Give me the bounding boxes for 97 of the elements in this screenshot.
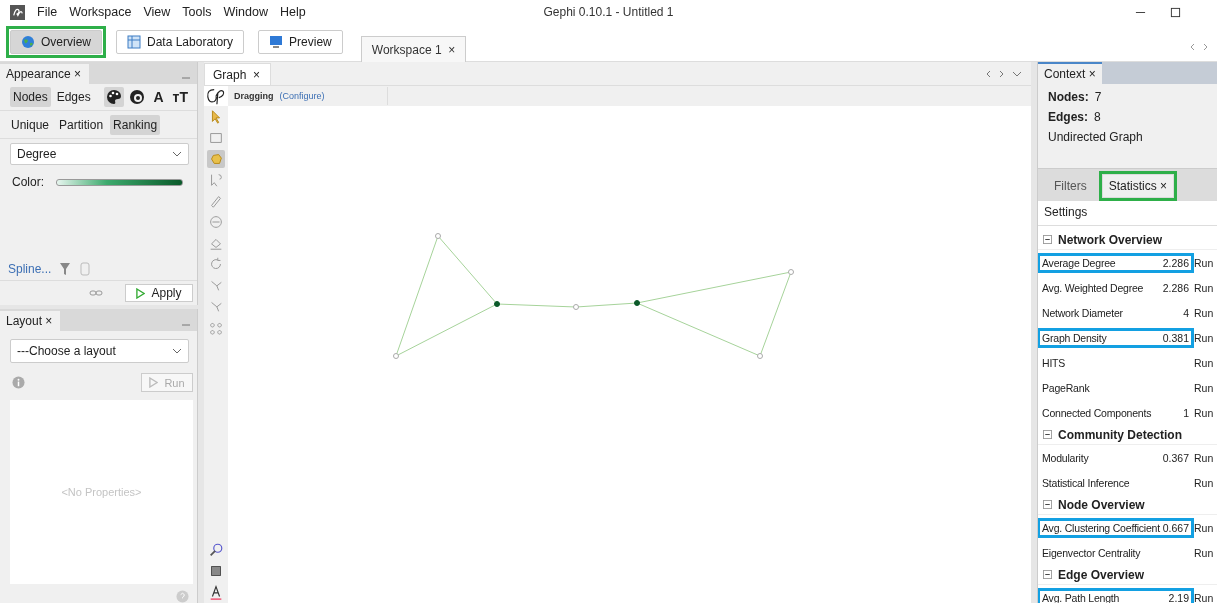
run-link[interactable]: Run	[1194, 521, 1214, 534]
nodes-label: Nodes:	[1048, 90, 1089, 104]
tool-name: Dragging	[234, 91, 274, 101]
collapse-icon[interactable]	[1043, 235, 1052, 244]
panel-tab[interactable]: Filters	[1048, 175, 1093, 197]
collapse-icon[interactable]	[1043, 500, 1052, 509]
run-link[interactable]: Run	[1194, 306, 1214, 319]
run-link[interactable]: Run	[1194, 406, 1214, 419]
run-link[interactable]: Run	[1194, 381, 1214, 394]
globe-icon	[21, 35, 35, 49]
statistic-value: 0.667	[1162, 521, 1189, 534]
app-logo-icon	[10, 4, 25, 20]
color-label: Color:	[12, 175, 44, 189]
element-tab[interactable]: Nodes	[10, 87, 51, 107]
apply-button[interactable]: Apply	[125, 284, 193, 302]
section-title: Network Overview	[1058, 232, 1163, 247]
chain-icon[interactable]	[89, 289, 103, 297]
properties-area: <No Properties>	[10, 400, 193, 584]
method-tab[interactable]: Ranking	[110, 115, 161, 135]
workspace-tab[interactable]: Workspace 1 ×	[360, 36, 467, 62]
run-link[interactable]: Run	[1194, 356, 1214, 369]
color-ramp[interactable]	[56, 178, 183, 186]
help-icon[interactable]	[176, 590, 189, 603]
chevron-down-icon	[172, 151, 182, 157]
table-icon	[127, 35, 141, 49]
label-tab[interactable]: тT	[169, 89, 191, 105]
statistic-name: Avg. Clustering Coefficient	[1042, 521, 1160, 534]
graph-type: Undirected Graph	[1048, 130, 1143, 144]
graph-tab[interactable]: Graph ×	[204, 63, 272, 85]
run-link[interactable]: Run	[1194, 331, 1214, 344]
statistic-value: 2.19	[1168, 591, 1189, 603]
run-link[interactable]: Run	[1194, 256, 1214, 269]
run-link[interactable]: Run	[1194, 451, 1214, 464]
statistic-name: Avg. Weighted Degree	[1042, 281, 1144, 294]
statistic-value: 0.381	[1162, 331, 1189, 344]
mode-button[interactable]: Data Laboratory	[116, 30, 245, 54]
statistic-value: 2.286	[1162, 281, 1189, 294]
statistic-name: HITS	[1042, 356, 1066, 369]
edges-label: Edges:	[1048, 110, 1088, 124]
window-title: Gephi 0.10.1 - Untitled 1	[543, 5, 674, 19]
section-title: Node Overview	[1058, 497, 1145, 512]
statistic-name: Avg. Path Length	[1042, 591, 1120, 603]
statistic-name: Connected Components	[1042, 406, 1152, 419]
maximize-icon[interactable]	[1170, 6, 1181, 18]
settings-link[interactable]: Settings	[1044, 205, 1088, 219]
zoom-icon[interactable]	[207, 541, 225, 559]
statistic-name: Modularity	[1042, 451, 1089, 464]
nodes-count: 7	[1094, 90, 1102, 104]
play-icon	[149, 377, 159, 388]
label-tab[interactable]: A	[150, 89, 167, 105]
configure-link[interactable]: (Configure)	[279, 91, 325, 101]
collapse-icon[interactable]	[1043, 430, 1052, 439]
menu-item[interactable]: Workspace	[69, 5, 132, 19]
monitor-icon	[269, 35, 284, 49]
run-link[interactable]: Run	[1194, 281, 1214, 294]
statistic-name: Graph Density	[1042, 331, 1107, 344]
funnel-icon[interactable]	[59, 262, 72, 276]
spline-link[interactable]: Spline...	[8, 262, 52, 276]
statistic-name: Network Diameter	[1042, 306, 1123, 319]
play-icon	[136, 287, 146, 299]
attribute-dropdown[interactable]: Degree	[10, 143, 189, 165]
menu-item[interactable]: Tools	[182, 5, 212, 19]
element-tab[interactable]: Edges	[53, 87, 94, 107]
statistic-name: Average Degree	[1042, 256, 1116, 269]
panel-tab[interactable]: Layout ×	[0, 311, 61, 331]
method-tab[interactable]: Unique	[8, 115, 53, 135]
section-title: Edge Overview	[1058, 567, 1145, 582]
collapse-icon[interactable]	[1043, 570, 1052, 579]
context-tab[interactable]: Context ×	[1038, 62, 1102, 84]
edges-count: 8	[1094, 110, 1101, 124]
menu-item[interactable]: Help	[280, 5, 306, 19]
network-graph-drawing[interactable]	[393, 233, 794, 359]
statistic-name: Eigenvector Centrality	[1042, 546, 1141, 559]
mode-button[interactable]: Preview	[258, 30, 343, 54]
run-link[interactable]: Run	[1194, 591, 1214, 603]
panel-tab[interactable]: Appearance ×	[0, 64, 90, 84]
section-title: Community Detection	[1058, 427, 1182, 442]
statistic-name: Statistical Inference	[1042, 476, 1130, 489]
layout-dropdown[interactable]: ---Choose a layout	[10, 339, 189, 363]
statistic-value: 0.367	[1162, 451, 1189, 464]
mode-button[interactable]: Overview	[10, 30, 102, 54]
run-link[interactable]: Run	[1194, 476, 1214, 489]
statistic-value: 1	[1183, 406, 1189, 419]
chevron-down-icon	[172, 348, 182, 354]
menu-item[interactable]: File	[37, 5, 58, 19]
scroll-arrows-icon[interactable]	[1189, 42, 1209, 52]
method-tab[interactable]: Partition	[56, 115, 107, 135]
palette-icon[interactable]	[104, 87, 125, 107]
run-link[interactable]: Run	[1194, 546, 1214, 559]
statistic-value: 4	[1183, 306, 1189, 319]
gephi-logo-icon	[204, 86, 228, 106]
info-icon[interactable]	[12, 376, 25, 389]
panel-tab[interactable]: Statistics ×	[1102, 175, 1174, 197]
statistic-value: 2.286	[1162, 256, 1189, 269]
statistic-name: PageRank	[1042, 381, 1090, 394]
menu-item[interactable]: Window	[223, 5, 268, 19]
menu-item[interactable]: View	[143, 5, 171, 19]
